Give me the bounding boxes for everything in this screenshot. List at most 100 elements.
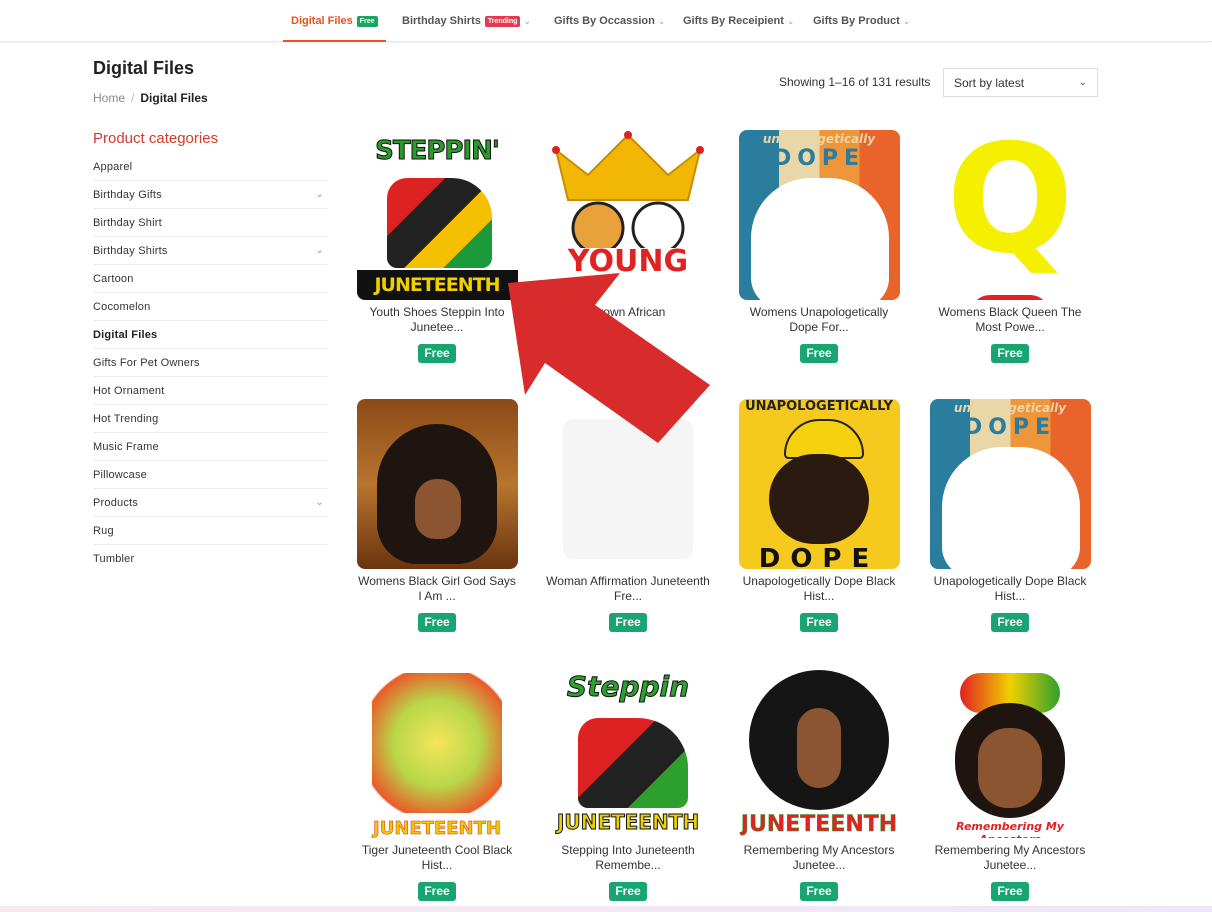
product-image[interactable]: Q	[929, 130, 1091, 300]
product-name[interactable]: Womens Black Queen The Most Powe...	[924, 305, 1096, 335]
product-image[interactable]: JUNETEENTH	[738, 668, 900, 838]
category-item[interactable]: Music Frame	[93, 433, 327, 461]
product-name[interactable]: Stepping Into Juneteenth Remembe...	[542, 843, 714, 873]
category-item[interactable]: Birthday Gifts ⌄	[93, 181, 327, 209]
product-image[interactable]	[356, 399, 518, 569]
category-label: Birthday Shirts	[93, 244, 168, 257]
price-badge: Free	[609, 344, 647, 363]
product-image[interactable]: unapologetically DOPE	[738, 130, 900, 300]
category-label: Pillowcase	[93, 468, 147, 481]
category-item[interactable]: Birthday Shirts ⌄	[93, 237, 327, 265]
art-text: JUNETEENTH	[556, 810, 700, 835]
art-text: JUNETEENTH	[356, 270, 518, 300]
product-card[interactable]: Steppin JUNETEENTH Stepping Into Junetee…	[542, 668, 714, 901]
page-title: Digital Files	[93, 58, 195, 78]
product-card[interactable]: unapologetically DOPE Unapologetically D…	[924, 399, 1096, 632]
category-item[interactable]: Products ⌄	[93, 489, 327, 517]
decorative-shape	[969, 295, 1050, 300]
free-badge: Free	[356, 15, 378, 27]
price-badge: Free	[991, 882, 1029, 901]
chevron-down-icon[interactable]: ⌄	[315, 497, 324, 508]
art-text: JUNETEENTH	[373, 818, 501, 838]
product-image[interactable]: YOUNG	[547, 130, 709, 300]
product-name[interactable]: Youth Shoes Steppin Into Junetee...	[351, 305, 523, 335]
category-item[interactable]: Cocomelon	[93, 293, 327, 321]
art-text: unapologetically	[762, 132, 876, 146]
product-card[interactable]: Remembering My Ancestors Remembering My …	[924, 668, 1096, 901]
category-label: Gifts For Pet Owners	[93, 356, 200, 369]
product-name[interactable]: Woman Affirmation Juneteenth Fre...	[542, 574, 714, 604]
sort-selected-value: Sort by latest	[954, 75, 1025, 90]
category-item[interactable]: Rug	[93, 517, 327, 545]
breadcrumb-home-link[interactable]: Home	[93, 91, 125, 105]
product-name[interactable]: Remembering My Ancestors Junetee...	[924, 843, 1096, 873]
price-badge: Free	[609, 613, 647, 632]
product-image[interactable]: Remembering My Ancestors	[929, 668, 1091, 838]
product-card[interactable]: Q Womens Black Queen The Most Powe... Fr…	[924, 130, 1096, 363]
category-item[interactable]: Birthday Shirt	[93, 209, 327, 237]
product-card[interactable]: UNAPOLOGETICALLY DOPE Unapologetically D…	[733, 399, 905, 632]
product-card[interactable]: STEPPIN' JUNETEENTH Youth Shoes Steppin …	[351, 130, 523, 363]
chevron-down-icon[interactable]: ⌄	[315, 189, 324, 200]
silhouette-graphic	[750, 178, 889, 300]
product-image[interactable]: unapologetically DOPE	[929, 399, 1091, 569]
nav-item-label: Gifts By Product	[813, 15, 900, 27]
category-item[interactable]: Apparel	[93, 153, 327, 181]
product-image[interactable]: STEPPIN' JUNETEENTH	[356, 130, 518, 300]
product-name[interactable]: Remembering My Ancestors Junetee...	[733, 843, 905, 873]
sort-dropdown[interactable]: Sort by latest ⌄	[943, 68, 1098, 97]
category-label: Birthday Shirt	[93, 216, 162, 229]
nav-item-digital-files[interactable]: Digital Files Free	[283, 0, 386, 42]
nav-item-label: Digital Files	[291, 15, 353, 27]
category-item-current[interactable]: Digital Files	[93, 321, 327, 349]
nav-item-gifts-by-occassion[interactable]: Gifts By Occassion ⌄	[554, 0, 665, 42]
category-item[interactable]: Tumbler	[93, 545, 327, 573]
product-card[interactable]: YOUNG Crown African Free	[542, 130, 714, 363]
art-text: Q	[946, 130, 1074, 287]
result-count: Showing 1–16 of 131 results	[779, 75, 931, 89]
product-image[interactable]: UNAPOLOGETICALLY DOPE	[738, 399, 900, 569]
price-badge: Free	[418, 344, 456, 363]
art-text: DOPE	[772, 146, 866, 171]
product-card[interactable]: Woman Affirmation Juneteenth Fre... Free	[542, 399, 714, 632]
art-text: unapologetically	[953, 401, 1067, 415]
category-label: Hot Ornament	[93, 384, 165, 397]
product-name[interactable]: Unapologetically Dope Black Hist...	[733, 574, 905, 604]
chevron-down-icon[interactable]: ⌄	[315, 245, 324, 256]
category-item[interactable]: Cartoon	[93, 265, 327, 293]
nav-item-birthday-shirts[interactable]: Birthday Shirts Trending ⌄	[402, 0, 531, 42]
art-text: Steppin	[566, 670, 690, 704]
category-list: Apparel Birthday Gifts ⌄ Birthday Shirt B…	[93, 153, 327, 573]
product-name[interactable]: Womens Unapologetically Dope For...	[733, 305, 905, 335]
product-name[interactable]: Unapologetically Dope Black Hist...	[924, 574, 1096, 604]
category-item[interactable]: Hot Ornament	[93, 377, 327, 405]
art-text: DOPE	[758, 544, 880, 569]
category-label: Digital Files	[93, 328, 158, 341]
product-image[interactable]: JUNETEENTH	[356, 668, 518, 838]
product-card[interactable]: Womens Black Girl God Says I Am ... Free	[351, 399, 523, 632]
category-item[interactable]: Hot Trending	[93, 405, 327, 433]
category-item[interactable]: Gifts For Pet Owners	[93, 349, 327, 377]
product-name[interactable]: Womens Black Girl God Says I Am ...	[351, 574, 523, 604]
nav-item-gifts-by-receipient[interactable]: Gifts By Receipient ⌄	[683, 0, 794, 42]
nav-item-label: Gifts By Occassion	[554, 15, 655, 27]
product-name[interactable]: Tiger Juneteenth Cool Black Hist...	[351, 843, 523, 873]
product-image[interactable]: Steppin JUNETEENTH	[547, 668, 709, 838]
product-name[interactable]: Crown African	[542, 305, 714, 335]
chevron-down-icon: ⌄	[902, 15, 911, 26]
product-card[interactable]: JUNETEENTH Tiger Juneteenth Cool Black H…	[351, 668, 523, 901]
product-image[interactable]	[547, 399, 709, 569]
art-text: Remembering My Ancestors	[956, 820, 1064, 838]
category-label: Cocomelon	[93, 300, 151, 313]
product-card[interactable]: JUNETEENTH Remembering My Ancestors June…	[733, 668, 905, 901]
breadcrumb: Home / Digital Files	[93, 91, 208, 105]
nav-item-gifts-by-product[interactable]: Gifts By Product ⌄	[813, 0, 910, 42]
category-label: Rug	[93, 524, 114, 537]
faded-artwork	[562, 419, 693, 559]
product-card[interactable]: unapologetically DOPE Womens Unapologeti…	[733, 130, 905, 363]
price-badge: Free	[609, 882, 647, 901]
chevron-down-icon: ⌄	[1078, 77, 1087, 88]
category-item[interactable]: Pillowcase	[93, 461, 327, 489]
art-text: UNAPOLOGETICALLY	[745, 399, 893, 414]
category-label: Music Frame	[93, 440, 159, 453]
